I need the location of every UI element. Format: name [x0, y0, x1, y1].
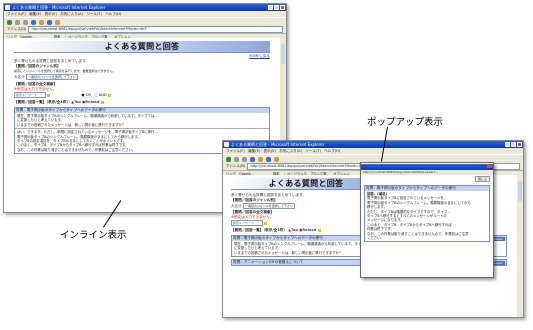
list-label: 【質問／回答一覧】（表示/全1件） — [14, 100, 70, 104]
maximize-button[interactable] — [274, 5, 279, 10]
stop-icon[interactable] — [242, 156, 247, 162]
minimize-button[interactable] — [268, 5, 273, 10]
answer-popup-window: http://yourhost:8082/topgui/serviet/FAQA… — [360, 162, 494, 278]
favorites-icon[interactable] — [55, 19, 60, 25]
faq-question-title: 質問：アニメーションGIFの差替えについて — [233, 260, 304, 265]
close-button[interactable] — [280, 5, 285, 10]
close-button[interactable] — [517, 142, 522, 147]
genre-select-label: 大区分 — [14, 75, 25, 79]
vertical-scrollbar[interactable] — [516, 175, 523, 317]
answer-line: ください。 — [367, 236, 384, 241]
address-label: アドレス(D) — [7, 27, 27, 31]
address-label: アドレス(D) — [226, 164, 246, 168]
popup-url: http://yourhost:8082/topgui/serviet/FAQA… — [361, 170, 493, 175]
scroll-thumb[interactable] — [281, 44, 285, 64]
toolbar — [4, 17, 286, 26]
ie-icon — [224, 142, 229, 147]
minimize-button[interactable] — [505, 142, 510, 147]
inline-display-label: インライン表示 — [60, 230, 127, 241]
genre-select[interactable]: 一番目のジャンルを選択して下さい — [25, 74, 78, 80]
window-title: よくある質問と回答 - Microsoft Internet Explorer — [231, 142, 325, 147]
list-top-link[interactable]: Top — [291, 228, 298, 232]
question-line: いままでの投稿されたメッセージは、新しい掲示板に移行できますか？ — [17, 122, 126, 127]
genre-select-label: 大区分 — [231, 204, 242, 208]
title-bar[interactable]: よくある質問と回答 - Microsoft Internet Explorer — [223, 141, 523, 148]
search-go-icon[interactable] — [264, 221, 268, 225]
faq-question-bar[interactable]: 質問：電子掲示板のタイプからタイプへのデータの移行 — [15, 108, 269, 113]
list-label: 【質問／回答一覧】（表示/全1件） — [231, 228, 287, 232]
search-options[interactable]: ● OR ○ AND — [81, 93, 106, 97]
search-input[interactable]: 検索キーワード — [231, 220, 263, 226]
search-icon[interactable] — [266, 156, 271, 162]
list-reload-link[interactable]: Reload — [85, 100, 99, 104]
popup-question-title: 質問：電子掲示板のタイプからタイプへのデータの移行 — [365, 186, 489, 191]
search-button[interactable] — [107, 93, 111, 97]
back-icon[interactable] — [226, 156, 231, 162]
browser-window-popup: よくある質問と回答 - Microsoft Internet Explorer … — [222, 140, 524, 318]
faq-question-title: 質問：電子掲示板のタイプからタイプへのデータの移行 — [16, 108, 106, 112]
favorites-icon[interactable] — [274, 156, 279, 162]
home-icon[interactable] — [39, 19, 44, 25]
back-icon[interactable] — [7, 19, 12, 25]
list-reload-link[interactable]: Reload — [302, 228, 316, 232]
home-icon[interactable] — [258, 156, 263, 162]
popup-display-label: ポップアップ表示 — [367, 117, 444, 128]
list-help-icon — [100, 100, 104, 104]
search-input[interactable]: 検索キーワード — [14, 92, 46, 98]
address-bar: アドレス(D) http://yourhost:8082/topgui/serv… — [4, 26, 286, 34]
faq-question-body: 現在、電子掲示板タイプBのシングルフレーム、階層構造から利用しています。タイプで… — [15, 113, 269, 128]
search-icon[interactable] — [47, 19, 52, 25]
popup-answer-body: 回答：(補足) 電子掲示板タイプBに設定されているメッセージを、 電子掲示板タイ… — [365, 191, 489, 241]
stop-icon[interactable] — [23, 19, 28, 25]
refresh-icon[interactable] — [250, 156, 255, 162]
forward-icon[interactable] — [234, 156, 239, 162]
scroll-thumb[interactable] — [518, 181, 522, 201]
popup-close-button[interactable]: 閉じる — [474, 176, 490, 182]
faq-question-title: 質問：電子掲示板のタイプからタイプへのデータの移行 — [233, 236, 323, 240]
list-top-link[interactable]: Top — [74, 100, 81, 104]
page-title: よくある質問と回答 — [231, 178, 381, 190]
maximize-button[interactable] — [511, 142, 516, 147]
ie-icon — [5, 5, 10, 10]
window-title: よくある質問と回答 - Microsoft Internet Explorer — [12, 5, 106, 10]
title-bar[interactable]: よくある質問と回答 - Microsoft Internet Explorer — [4, 4, 286, 11]
page-title: よくある質問と回答 — [14, 41, 270, 53]
popup-answer: 質問：電子掲示板のタイプからタイプへのデータの移行 回答：(補足) 電子掲示板タ… — [364, 185, 490, 243]
refresh-icon[interactable] — [31, 19, 36, 25]
address-input[interactable]: http://yourhost:8082/topgui/serviet/FAQS… — [28, 26, 283, 33]
list-help-icon — [317, 228, 321, 232]
popup-close-icon[interactable] — [487, 164, 492, 168]
genre-select[interactable]: 一番目のジャンルを選択して下さい — [242, 203, 295, 209]
forward-icon[interactable] — [15, 19, 20, 25]
search-go-icon[interactable] — [47, 93, 51, 97]
